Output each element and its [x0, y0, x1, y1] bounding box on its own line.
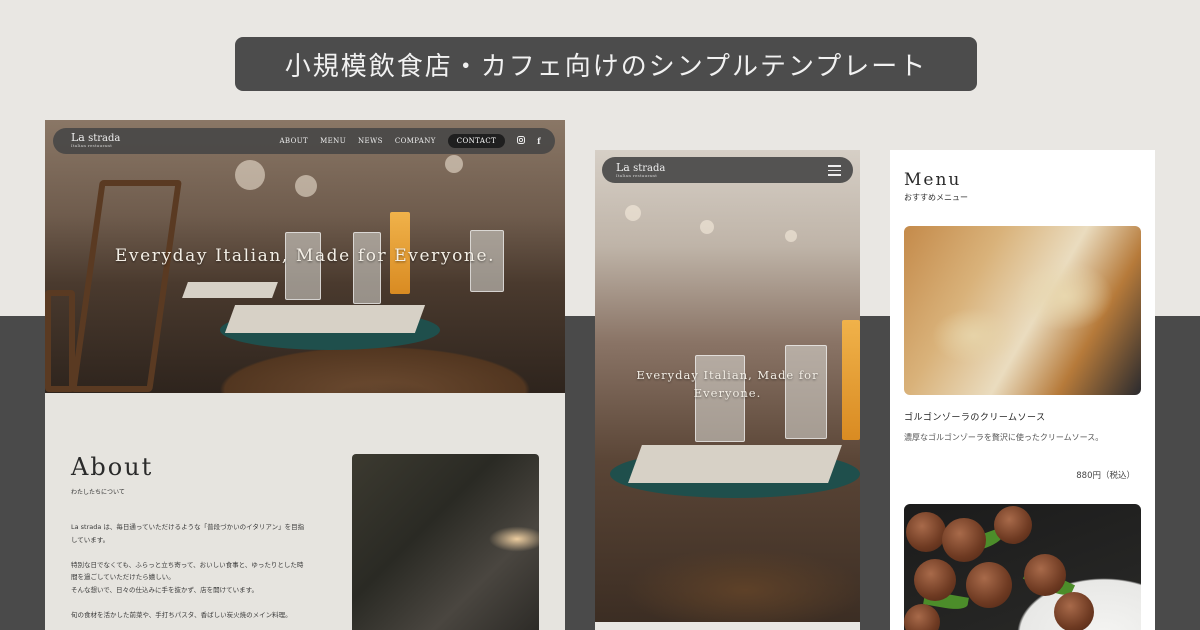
logo-tagline: Italian restaurant	[71, 143, 113, 148]
menu-item-description: 濃厚なゴルゴンゾーラを贅沢に使ったクリームソース。	[904, 433, 1104, 442]
about-photo	[352, 454, 539, 630]
menu-item-name: ゴルゴンゾーラのクリームソース	[904, 413, 1046, 423]
desktop-nav: La strada Italian restaurant ABOUT MENU …	[53, 128, 555, 154]
desktop-preview: La strada Italian restaurant ABOUT MENU …	[45, 120, 565, 630]
nav-company[interactable]: COMPANY	[395, 137, 436, 145]
about-subtitle: わたしたちについて	[71, 489, 125, 496]
menu-subtitle: おすすめメニュー	[904, 193, 968, 202]
mobile-logo[interactable]: La strada Italian restaurant	[616, 162, 665, 179]
about-body: La strada は、毎日通っていただけるような「普段づかいのイタリアン」を目…	[71, 523, 305, 620]
contact-button[interactable]: CONTACT	[447, 134, 506, 148]
pizza-photo	[904, 226, 1141, 395]
facebook-icon[interactable]: f	[537, 136, 541, 146]
menu-card: Menu おすすめメニュー ゴルゴンゾーラのクリームソース 濃厚なゴルゴンゾーラ…	[890, 150, 1155, 630]
mobile-preview: La strada Italian restaurant Everyday It…	[595, 150, 860, 630]
logo-tagline: Italian restaurant	[616, 173, 658, 178]
nav-about[interactable]: ABOUT	[279, 137, 308, 145]
mobile-hero-title: Everyday Italian, Made for Everyone.	[636, 368, 819, 400]
mobile-nav: La strada Italian restaurant	[602, 157, 853, 183]
page-banner: 小規模飲食店・カフェ向けのシンプルテンプレート	[235, 37, 977, 91]
hamburger-icon[interactable]	[828, 165, 841, 179]
mobile-content-edge	[595, 622, 860, 630]
menu-title: Menu	[904, 170, 962, 190]
logo[interactable]: La strada Italian restaurant	[71, 132, 120, 149]
instagram-icon[interactable]	[517, 136, 526, 146]
nav-news[interactable]: NEWS	[358, 137, 383, 145]
hero-title: Everyday Italian, Made for Everyone.	[114, 246, 496, 266]
menu-item-price: 880円（税込）	[1076, 471, 1135, 481]
about-title: About	[71, 453, 154, 481]
nav-menu[interactable]: MENU	[320, 137, 346, 145]
meatball-photo	[904, 504, 1141, 630]
